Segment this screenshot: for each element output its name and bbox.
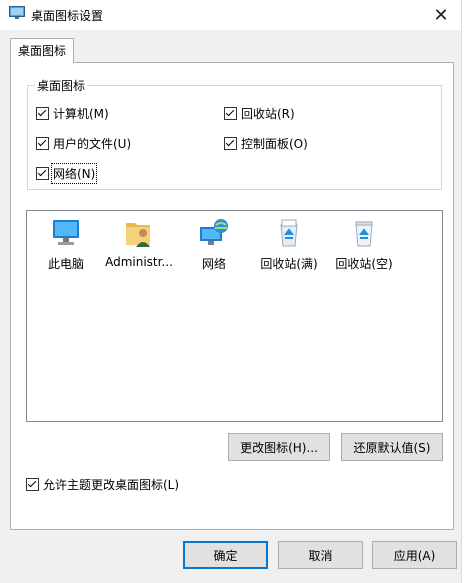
checkbox-box[interactable] [36, 137, 49, 150]
checkbox-label: 用户的文件(U) [53, 137, 132, 151]
user-folder-icon [126, 223, 150, 247]
close-button[interactable]: ✕ [421, 0, 461, 30]
recycle-bin-empty-icon [355, 221, 373, 247]
checkbox-network[interactable]: 网络(N) [36, 163, 98, 184]
icon-list[interactable]: 此电脑 Administr... 网络 回收站(满) 回收站(空) [26, 210, 443, 422]
checkbox-box[interactable] [36, 107, 49, 120]
group-title: 桌面图标 [35, 77, 88, 94]
title-bar[interactable]: 桌面图标设置 ✕ [0, 0, 461, 30]
checkbox-allow-themes[interactable]: 允许主题更改桌面图标(L) [26, 476, 179, 493]
ok-button[interactable]: 确定 [183, 541, 268, 569]
list-item-recycle-bin-empty[interactable]: 回收站(空) [330, 217, 398, 272]
checkbox-label: 计算机(M) [53, 107, 109, 121]
window-title: 桌面图标设置 [31, 9, 104, 23]
checkbox-box[interactable] [224, 137, 237, 150]
checkbox-computer[interactable]: 计算机(M) [36, 105, 109, 122]
network-icon [200, 219, 228, 245]
dialog-window: 桌面图标设置 ✕ 桌面图标 桌面图标 计算机(M) 回收站(R) 用户的文件(U… [0, 0, 462, 583]
close-icon: ✕ [433, 4, 449, 26]
checkbox-box[interactable] [36, 167, 49, 180]
checkbox-label: 回收站(R) [241, 107, 295, 121]
list-item-this-pc[interactable]: 此电脑 [32, 217, 100, 272]
checkbox-recycle-bin[interactable]: 回收站(R) [224, 105, 295, 122]
icon-label: 网络 [201, 257, 226, 271]
change-icon-button[interactable]: 更改图标(H)... [228, 433, 330, 461]
tab-desktop-icons[interactable]: 桌面图标 [10, 38, 74, 63]
icon-label: 此电脑 [47, 257, 84, 271]
checkbox-control-panel[interactable]: 控制面板(O) [224, 135, 308, 152]
restore-default-button[interactable]: 还原默认值(S) [341, 433, 443, 461]
checkbox-label: 控制面板(O) [241, 137, 308, 151]
icon-label: 回收站(空) [335, 257, 393, 271]
computer-icon [53, 220, 79, 245]
checkbox-label: 允许主题更改桌面图标(L) [43, 478, 180, 492]
list-item-recycle-bin-full[interactable]: 回收站(满) [255, 217, 323, 272]
list-item-administrator[interactable]: Administr... [105, 217, 173, 269]
checkbox-label: 网络(N) [50, 163, 98, 184]
list-item-network[interactable]: 网络 [180, 217, 248, 272]
desktop-icons-group: 桌面图标 计算机(M) 回收站(R) 用户的文件(U) 控制面板(O) 网络(N… [27, 77, 442, 190]
icon-label: Administr... [105, 255, 173, 269]
checkbox-user-files[interactable]: 用户的文件(U) [36, 135, 131, 152]
icon-label: 回收站(满) [260, 257, 318, 271]
checkbox-box[interactable] [224, 107, 237, 120]
apply-button[interactable]: 应用(A) [372, 541, 457, 569]
desktop-settings-icon [9, 6, 25, 20]
checkbox-box[interactable] [26, 478, 39, 491]
recycle-bin-full-icon [280, 219, 298, 247]
tab-panel: 桌面图标 计算机(M) 回收站(R) 用户的文件(U) 控制面板(O) 网络(N… [10, 62, 454, 530]
cancel-button[interactable]: 取消 [278, 541, 363, 569]
